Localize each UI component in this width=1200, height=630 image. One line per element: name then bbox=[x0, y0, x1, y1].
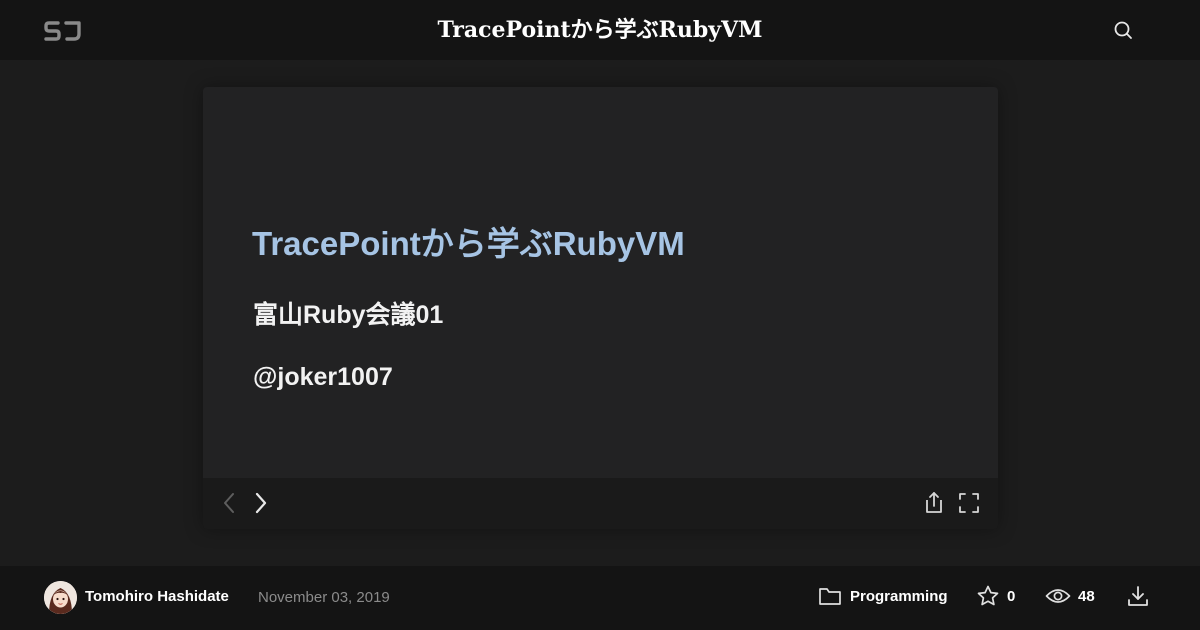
fullscreen-icon[interactable] bbox=[957, 491, 981, 520]
view-count: 48 bbox=[1078, 588, 1095, 605]
publish-date: November 03, 2019 bbox=[258, 589, 390, 606]
avatar[interactable] bbox=[44, 581, 77, 614]
eye-icon bbox=[1045, 585, 1071, 612]
share-icon[interactable] bbox=[922, 490, 946, 521]
top-bar: TracePointから学ぶRubyVM bbox=[0, 0, 1200, 60]
star-count: 0 bbox=[1007, 588, 1016, 605]
slide-canvas[interactable]: TracePointから学ぶRubyVM 富山Ruby会議01 @joker10… bbox=[203, 87, 998, 478]
slide-viewer: TracePointから学ぶRubyVM 富山Ruby会議01 @joker10… bbox=[203, 87, 998, 529]
footer-bar: Tomohiro Hashidate November 03, 2019 Pro… bbox=[0, 566, 1200, 630]
slide-author-handle: @joker1007 bbox=[253, 363, 393, 391]
star-icon[interactable] bbox=[976, 584, 1000, 613]
viewer-controls bbox=[203, 478, 998, 529]
chevron-right-icon[interactable] bbox=[251, 491, 271, 520]
sj-logo-icon[interactable] bbox=[44, 19, 84, 43]
slide-title: TracePointから学ぶRubyVM bbox=[252, 225, 685, 262]
download-icon[interactable] bbox=[1126, 584, 1150, 613]
author-name[interactable]: Tomohiro Hashidate bbox=[85, 588, 229, 605]
search-icon[interactable] bbox=[1110, 17, 1136, 43]
page-title: TracePointから学ぶRubyVM bbox=[437, 17, 763, 43]
slide-event-name: 富山Ruby会議01 bbox=[253, 301, 444, 329]
folder-icon[interactable] bbox=[818, 585, 842, 612]
chevron-left-icon[interactable] bbox=[219, 491, 239, 520]
category-link[interactable]: Programming bbox=[850, 588, 948, 605]
